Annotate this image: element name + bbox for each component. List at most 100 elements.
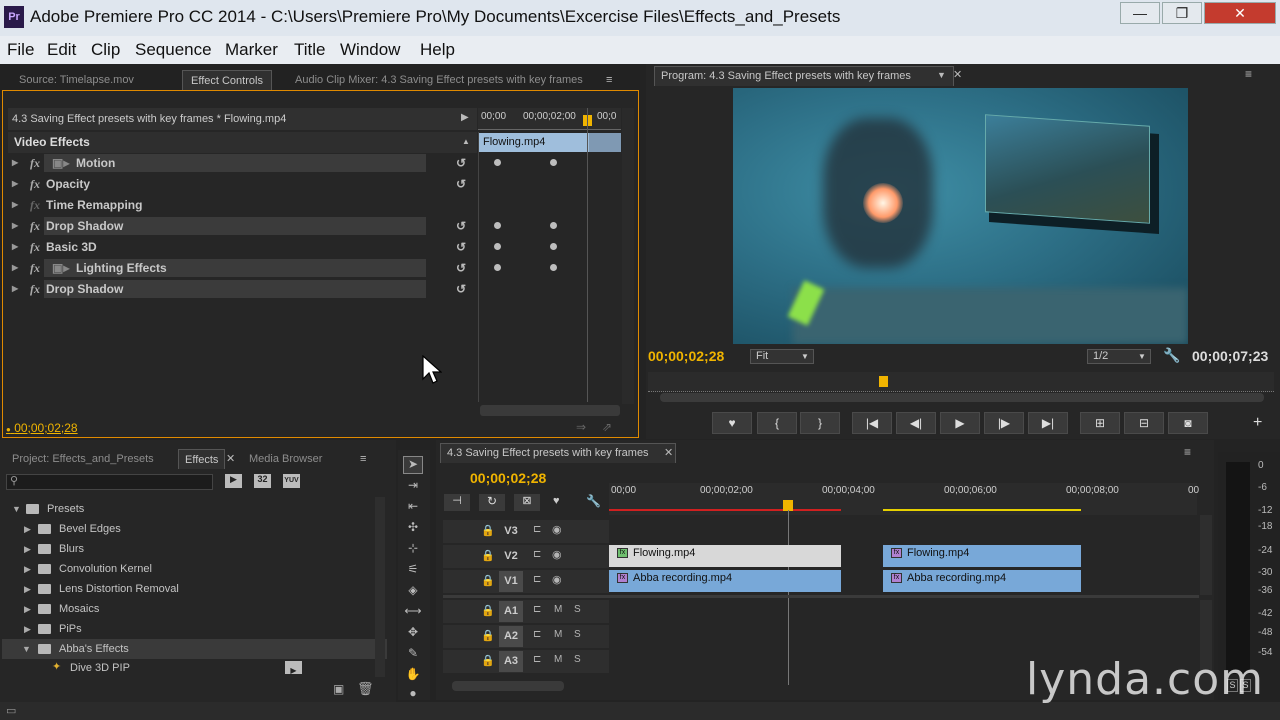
- go-to-in-button[interactable]: |◀: [852, 412, 892, 434]
- collapse-arrow-icon[interactable]: ▲: [462, 137, 470, 146]
- panel-menu-icon[interactable]: ≡: [360, 449, 366, 469]
- clip-abba-recording-2[interactable]: fx Abba recording.mp4: [883, 570, 1081, 592]
- reset-icon[interactable]: ↺: [456, 258, 466, 278]
- mark-in-button[interactable]: {: [757, 412, 797, 434]
- disclosure-triangle-icon[interactable]: ▶: [12, 174, 18, 194]
- program-scrubber[interactable]: [648, 372, 1274, 392]
- effects-scrollbar[interactable]: [375, 497, 385, 677]
- solo-button[interactable]: S: [574, 604, 581, 615]
- slide-tool-icon[interactable]: ⟷: [403, 604, 423, 622]
- keyframe-icon[interactable]: [550, 243, 557, 250]
- close-tab-icon[interactable]: ✕: [953, 68, 962, 81]
- panel-menu-icon[interactable]: ≡: [606, 70, 612, 90]
- timeline-zoom-scrollbar[interactable]: [452, 681, 564, 691]
- tab-media-browser[interactable]: Media Browser: [249, 449, 322, 469]
- tree-item-blurs[interactable]: ▶ Blurs: [2, 539, 387, 559]
- hand-tool-icon[interactable]: ✋: [403, 667, 423, 685]
- tree-item-lens-distortion-removal[interactable]: ▶ Lens Distortion Removal: [2, 579, 387, 599]
- eye-icon[interactable]: ◉: [552, 573, 562, 586]
- add-button-icon[interactable]: +: [1253, 414, 1262, 432]
- effects-search-input[interactable]: ⚲: [6, 474, 213, 490]
- disclosure-triangle-icon[interactable]: ▶: [12, 279, 18, 299]
- mark-out-button[interactable]: }: [800, 412, 840, 434]
- effect-row-basic-3d[interactable]: ▶ fx Basic 3D ↺: [8, 237, 477, 257]
- ec-timecode[interactable]: ● 00;00;02;28: [6, 421, 78, 435]
- disclosure-triangle-icon[interactable]: ▶: [24, 539, 31, 559]
- track-header-v2[interactable]: 🔒 V2 ⊏ ◉: [443, 545, 609, 568]
- track-header-a1[interactable]: 🔒 A1 ⊏ M S: [443, 600, 609, 623]
- linked-selection-icon[interactable]: ⊠: [514, 494, 540, 511]
- accelerated-effects-icon[interactable]: ▶: [225, 474, 242, 488]
- expand-arrow-icon[interactable]: ▶: [461, 112, 469, 123]
- keyframe-icon[interactable]: [550, 159, 557, 166]
- rate-stretch-tool-icon[interactable]: ⊹: [403, 541, 423, 559]
- menu-clip[interactable]: Clip: [91, 40, 120, 60]
- tab-timeline[interactable]: 4.3 Saving Effect presets with key frame…: [440, 443, 676, 463]
- menu-title[interactable]: Title: [294, 40, 326, 60]
- program-video-frame[interactable]: [733, 88, 1188, 344]
- tree-item-mosaics[interactable]: ▶ Mosaics: [2, 599, 387, 619]
- keyframe-icon[interactable]: [550, 222, 557, 229]
- sync-lock-icon[interactable]: ⊏: [533, 549, 541, 560]
- disclosure-triangle-icon[interactable]: ▼: [22, 639, 31, 659]
- disclosure-triangle-icon[interactable]: ▶: [12, 258, 18, 278]
- keyframe-icon[interactable]: [494, 222, 501, 229]
- menu-window[interactable]: Window: [340, 40, 400, 60]
- keyframe-icon[interactable]: [494, 264, 501, 271]
- transform-icon[interactable]: ▣▸: [52, 153, 69, 173]
- panel-menu-icon[interactable]: ≡: [1184, 445, 1191, 459]
- disclosure-triangle-icon[interactable]: ▶: [24, 519, 31, 539]
- razor-tool-icon[interactable]: ⚟: [403, 562, 423, 580]
- playhead-icon[interactable]: [879, 376, 888, 387]
- export-icon[interactable]: ⇗: [602, 420, 612, 434]
- disclosure-triangle-icon[interactable]: ▼: [12, 499, 21, 519]
- fx-toggle-icon[interactable]: fx: [30, 174, 40, 194]
- rolling-edit-tool-icon[interactable]: ✣: [403, 520, 423, 538]
- tab-effect-controls[interactable]: Effect Controls: [182, 70, 272, 90]
- fx-toggle-icon[interactable]: fx: [30, 279, 40, 299]
- ec-zoom-scrollbar[interactable]: [480, 405, 620, 416]
- disclosure-triangle-icon[interactable]: ▶: [12, 153, 18, 173]
- track-header-a2[interactable]: 🔒 A2 ⊏ M S: [443, 625, 609, 648]
- tab-source[interactable]: Source: Timelapse.mov: [19, 70, 134, 90]
- pen-tool-icon[interactable]: ✎: [403, 646, 423, 664]
- ec-scrollbar[interactable]: [622, 108, 634, 404]
- solo-button[interactable]: S: [574, 629, 581, 640]
- snap-icon[interactable]: ↻: [479, 494, 505, 511]
- lock-icon[interactable]: 🔒: [481, 549, 495, 562]
- mute-button[interactable]: M: [554, 629, 562, 640]
- clip-flowing-2[interactable]: fx Flowing.mp4: [883, 545, 1081, 567]
- step-forward-button[interactable]: |▶: [984, 412, 1024, 434]
- track-label[interactable]: V3: [499, 521, 523, 542]
- menu-help[interactable]: Help: [420, 40, 455, 60]
- mute-button[interactable]: M: [554, 604, 562, 615]
- lift-button[interactable]: ⊞: [1080, 412, 1120, 434]
- sync-lock-icon[interactable]: ⊏: [533, 524, 541, 535]
- tree-item-pips[interactable]: ▶ PiPs: [2, 619, 387, 639]
- pen-tool-icon[interactable]: ✥: [403, 625, 423, 643]
- video-tracks-scrollbar[interactable]: [1200, 515, 1212, 595]
- tab-effects[interactable]: Effects: [178, 449, 226, 469]
- maximize-button[interactable]: ❐: [1162, 2, 1202, 24]
- effect-row-opacity[interactable]: ▶ fx Opacity ↺: [8, 174, 477, 194]
- solo-button[interactable]: S: [574, 654, 581, 665]
- dropdown-icon[interactable]: ▼: [937, 70, 946, 80]
- close-tab-icon[interactable]: ✕: [226, 449, 235, 469]
- disclosure-triangle-icon[interactable]: ▶: [12, 237, 18, 257]
- wrench-icon[interactable]: 🔧: [1163, 347, 1180, 364]
- reset-icon[interactable]: ↺: [456, 174, 466, 194]
- keyframe-icon[interactable]: [494, 159, 501, 166]
- lock-icon[interactable]: 🔒: [481, 654, 495, 667]
- add-marker-button[interactable]: ♥: [712, 412, 752, 434]
- mute-button[interactable]: M: [554, 654, 562, 665]
- tree-item-abbas-effects[interactable]: ▼ Abba's Effects: [2, 639, 387, 659]
- extract-button[interactable]: ⊟: [1124, 412, 1164, 434]
- play-button[interactable]: ▶: [940, 412, 980, 434]
- fx-toggle-icon[interactable]: fx: [30, 258, 40, 278]
- keyframe-icon[interactable]: [494, 243, 501, 250]
- tree-item-bevel-edges[interactable]: ▶ Bevel Edges: [2, 519, 387, 539]
- close-button[interactable]: ✕: [1204, 2, 1276, 24]
- tab-project[interactable]: Project: Effects_and_Presets: [12, 449, 154, 469]
- lock-icon[interactable]: 🔒: [481, 604, 495, 617]
- 32bit-effects-icon[interactable]: 32: [254, 474, 271, 488]
